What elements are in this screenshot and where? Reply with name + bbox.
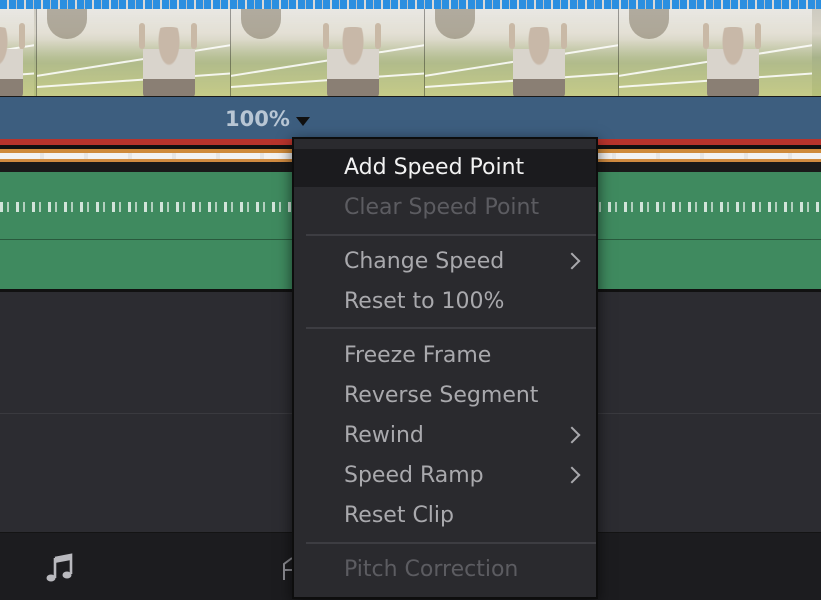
menu-item-reverse-segment[interactable]: Reverse Segment [294,377,596,415]
speed-marker-strip [0,0,821,9]
menu-item-label: Reset Clip [344,503,454,528]
video-frame-thumbnail [424,9,618,96]
menu-separator [306,542,596,544]
menu-item-reset-clip[interactable]: Reset Clip [294,497,596,535]
menu-item-add-speed-point[interactable]: Add Speed Point [294,149,596,187]
caret-down-icon[interactable] [296,117,310,126]
menu-item-pitch-correction[interactable]: Pitch Correction [294,551,596,589]
video-frame-thumbnail [230,9,424,96]
menu-item-freeze-frame[interactable]: Freeze Frame [294,337,596,375]
menu-item-label: Add Speed Point [344,155,525,180]
menu-item-rewind[interactable]: Rewind [294,417,596,455]
menu-separator [306,234,596,236]
menu-item-label: Reverse Segment [344,383,539,408]
menu-item-reset-to-100[interactable]: Reset to 100% [294,283,596,321]
menu-item-label: Clear Speed Point [344,195,540,220]
menu-separator [306,327,596,329]
speed-value-label[interactable]: 100% [225,107,290,131]
video-frame-thumbnail [0,9,34,96]
chevron-right-icon [563,466,581,484]
menu-item-label: Rewind [344,423,424,448]
retime-speed-bar[interactable]: 100% [0,96,821,140]
video-thumbnail-strip[interactable] [0,0,821,96]
speed-context-menu: Add Speed Point Clear Speed Point Change… [292,137,598,599]
chevron-right-icon [563,252,581,270]
menu-item-clear-speed-point[interactable]: Clear Speed Point [294,189,596,227]
menu-item-label: Change Speed [344,249,505,274]
chevron-right-icon [563,426,581,444]
menu-item-label: Freeze Frame [344,343,492,368]
menu-item-change-speed[interactable]: Change Speed [294,243,596,281]
music-note-icon[interactable] [44,552,76,584]
menu-item-speed-ramp[interactable]: Speed Ramp [294,457,596,495]
menu-item-label: Pitch Correction [344,557,519,582]
menu-item-label: Speed Ramp [344,463,484,488]
video-frame-thumbnail [618,9,812,96]
menu-item-label: Reset to 100% [344,289,505,314]
video-frame-thumbnail [36,9,230,96]
